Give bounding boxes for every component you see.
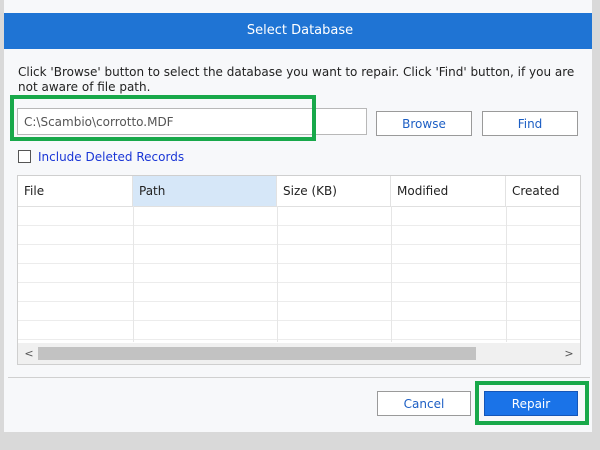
file-list-table: File Path Size (KB) Modified Created < > — [17, 175, 581, 365]
table-row[interactable] — [18, 245, 580, 264]
table-row[interactable] — [18, 321, 580, 340]
column-divider — [277, 206, 278, 342]
title-bar: Select Database — [0, 13, 600, 49]
cancel-button[interactable]: Cancel — [377, 391, 471, 416]
table-header: File Path Size (KB) Modified Created — [18, 176, 580, 207]
instruction-text: Click 'Browse' button to select the data… — [18, 65, 575, 94]
table-row[interactable] — [18, 226, 580, 245]
repair-highlight-box — [475, 381, 589, 425]
column-header-modified[interactable]: Modified — [391, 176, 506, 206]
scroll-left-arrow-icon[interactable]: < — [20, 343, 38, 364]
column-header-created[interactable]: Created — [506, 176, 580, 206]
include-deleted-records-label[interactable]: Include Deleted Records — [38, 149, 184, 165]
include-deleted-records-checkbox[interactable] — [18, 150, 31, 163]
path-highlight-box — [10, 95, 316, 141]
column-header-size[interactable]: Size (KB) — [277, 176, 391, 206]
column-divider — [506, 206, 507, 342]
footer-divider — [8, 377, 590, 378]
scrollbar-thumb[interactable] — [38, 347, 476, 360]
browse-button[interactable]: Browse — [376, 111, 472, 136]
table-row[interactable] — [18, 207, 580, 226]
dialog-title: Select Database — [246, 23, 354, 38]
column-divider — [133, 206, 134, 342]
bottom-border — [0, 432, 600, 450]
column-header-file[interactable]: File — [18, 176, 133, 206]
scroll-right-arrow-icon[interactable]: > — [560, 343, 578, 364]
column-divider — [391, 206, 392, 342]
table-row[interactable] — [18, 302, 580, 321]
column-header-path[interactable]: Path — [133, 176, 277, 206]
table-row[interactable] — [18, 264, 580, 283]
select-database-dialog: Select Database Click 'Browse' button to… — [0, 0, 600, 450]
table-row[interactable] — [18, 283, 580, 302]
horizontal-scrollbar[interactable]: < > — [18, 343, 580, 364]
find-button[interactable]: Find — [482, 111, 578, 136]
